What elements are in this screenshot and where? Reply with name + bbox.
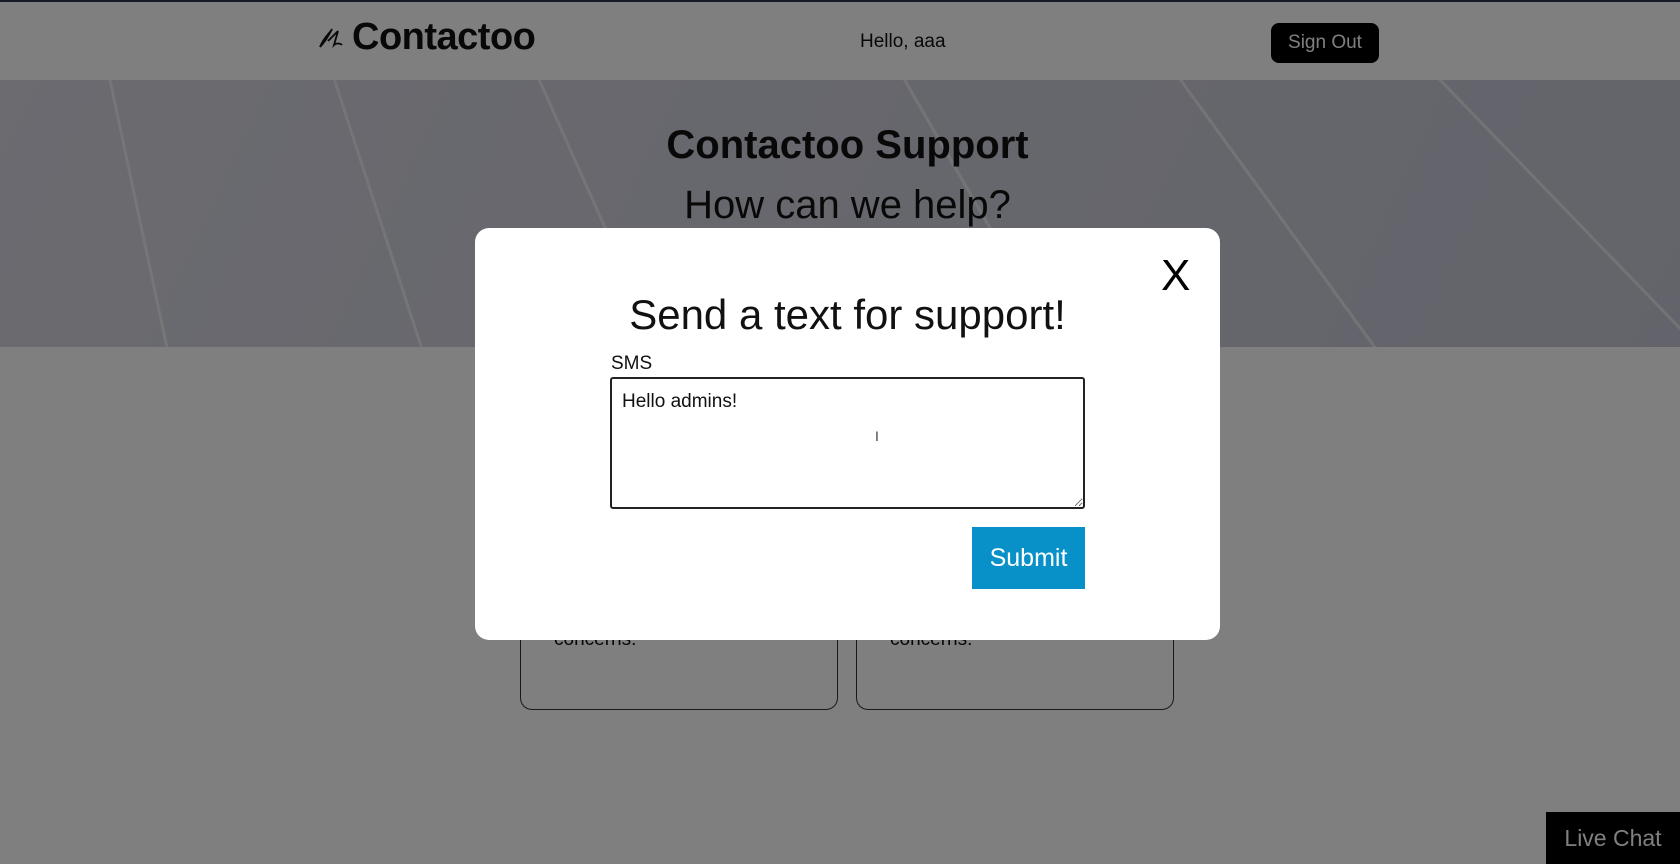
submit-button[interactable]: Submit [972, 527, 1085, 589]
sms-field-label: SMS [611, 353, 653, 374]
sms-textarea[interactable]: Hello admins! [610, 377, 1085, 509]
modal-title: Send a text for support! [629, 291, 1066, 338]
sms-support-modal: X Send a text for support! SMS Hello adm… [475, 228, 1220, 640]
